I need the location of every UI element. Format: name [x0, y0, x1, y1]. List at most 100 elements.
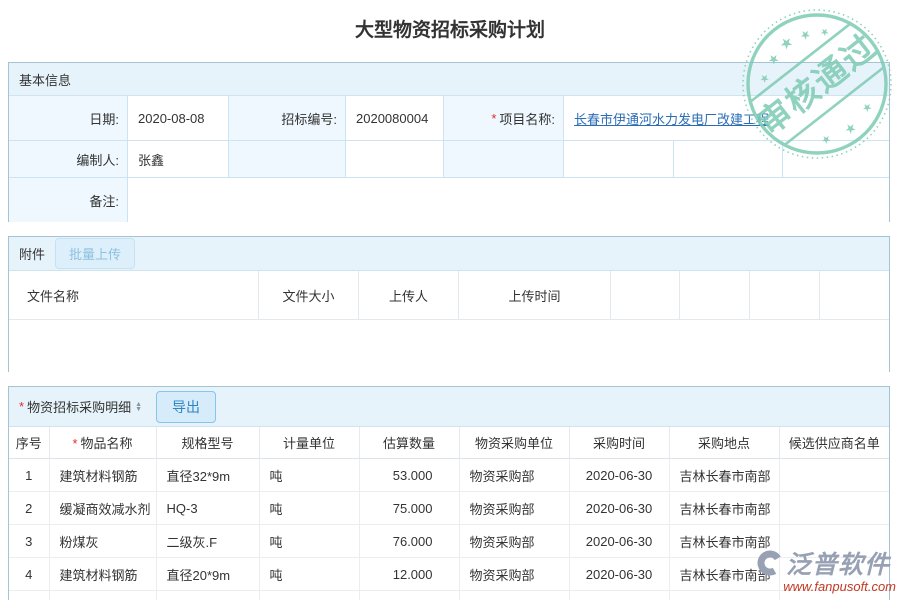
- vendor-brand: 泛普软件: [786, 545, 890, 581]
- col-unit: 计量单位: [259, 427, 359, 459]
- detail-cell: 76.000: [359, 525, 459, 558]
- empty-value-cell: [674, 141, 783, 178]
- detail-cell: 70.000: [359, 591, 459, 600]
- page-title: 大型物资招标采购计划: [0, 0, 900, 42]
- detail-cell: 建筑材料钢筋: [49, 558, 156, 591]
- project-name-label: * 项目名称:: [444, 96, 564, 141]
- detail-section-header: * 物资招标采购明细 ▲ ▼ 导出: [9, 387, 889, 427]
- date-label: 日期:: [9, 96, 128, 141]
- attachments-section-title: 附件: [19, 244, 45, 263]
- col-empty: [611, 271, 680, 319]
- col-empty: [820, 271, 889, 319]
- col-spec-model: 规格型号: [156, 427, 259, 459]
- table-row[interactable]: 2缓凝商效减水剂HQ-3吨75.000物资采购部2020-06-30吉林长春市南…: [9, 492, 889, 525]
- detail-cell: 30/7: [156, 591, 259, 600]
- detail-cell: 缓凝商效减水剂: [49, 492, 156, 525]
- col-file-name: 文件名称: [9, 271, 259, 319]
- col-uploader: 上传人: [359, 271, 459, 319]
- detail-cell: 2020-06-30: [569, 492, 669, 525]
- basic-info-section-title: 基本信息: [19, 70, 71, 89]
- attachments-empty-body: [9, 320, 889, 373]
- empty-value-cell: [564, 141, 674, 178]
- detail-cell: 2020-06-30: [569, 558, 669, 591]
- compiler-value: 张鑫: [128, 141, 229, 178]
- detail-cell: 直径32*9m: [156, 459, 259, 492]
- col-item-name: *物品名称: [49, 427, 156, 459]
- export-button[interactable]: 导出: [156, 391, 216, 423]
- vendor-url: www.fanpusoft.com: [756, 579, 896, 594]
- detail-cell: 2020-06-30: [569, 591, 669, 600]
- bid-no-label: 招标编号:: [229, 96, 346, 141]
- empty-label-cell: [229, 141, 346, 178]
- basic-info-row-remarks: 备注:: [9, 178, 889, 222]
- detail-cell: 吨: [259, 459, 359, 492]
- detail-cell: [779, 492, 889, 525]
- table-row[interactable]: 1建筑材料钢筋直径32*9m吨53.000物资采购部2020-06-30吉林长春…: [9, 459, 889, 492]
- attachments-table-header: 文件名称 文件大小 上传人 上传时间: [9, 271, 889, 320]
- page: 大型物资招标采购计划 审核通过 ★ ★ ★ ★ ★ ★ ★ ★: [0, 0, 900, 600]
- detail-cell: 吨: [259, 558, 359, 591]
- detail-cell: 吨: [259, 525, 359, 558]
- detail-cell: 吨: [259, 492, 359, 525]
- project-link[interactable]: 长春市伊通河水力发电厂改建工程: [574, 109, 769, 128]
- detail-cell: [259, 591, 359, 600]
- basic-info-row-1: 日期: 2020-08-08 招标编号: 2020080004 * 项目名称: …: [9, 96, 889, 141]
- fanpu-logo-icon: [756, 549, 784, 577]
- col-purchase-time: 采购时间: [569, 427, 669, 459]
- detail-cell: 吉林长春市南部: [669, 492, 779, 525]
- detail-cell: 物资采购部: [459, 591, 569, 600]
- detail-cell: HQ-3: [156, 492, 259, 525]
- detail-cell: 2020-06-30: [569, 525, 669, 558]
- col-empty: [680, 271, 750, 319]
- detail-cell: [779, 459, 889, 492]
- detail-cell: 物资采购部: [459, 459, 569, 492]
- detail-cell: 1: [9, 459, 49, 492]
- detail-cell: 3: [9, 525, 49, 558]
- col-purchase-dept: 物资采购单位: [459, 427, 569, 459]
- batch-upload-button[interactable]: 批量上传: [55, 238, 135, 269]
- detail-cell: 2020-06-30: [569, 459, 669, 492]
- date-value: 2020-08-08: [128, 96, 229, 141]
- detail-cell: 排桩: [49, 591, 156, 600]
- basic-info-row-2: 编制人: 张鑫: [9, 141, 889, 178]
- col-seq: 序号: [9, 427, 49, 459]
- col-upload-time: 上传时间: [459, 271, 611, 319]
- bid-no-value: 2020080004: [346, 96, 444, 141]
- basic-info-panel: 基本信息 日期: 2020-08-08 招标编号: 2020080004 * 项…: [8, 62, 890, 222]
- detail-cell: 4: [9, 558, 49, 591]
- detail-cell: 二级灰.F: [156, 525, 259, 558]
- detail-table-header-row: 序号 *物品名称 规格型号 计量单位 估算数量 物资采购单位 采购时间 采购地点…: [9, 427, 889, 459]
- detail-cell: 2: [9, 492, 49, 525]
- remarks-label: 备注:: [9, 178, 128, 222]
- detail-cell: 建筑材料钢筋: [49, 459, 156, 492]
- required-marker: *: [491, 111, 496, 126]
- compiler-label: 编制人:: [9, 141, 128, 178]
- required-marker: *: [19, 399, 24, 414]
- detail-cell: 直径20*9m: [156, 558, 259, 591]
- vendor-watermark: 泛普软件 www.fanpusoft.com: [756, 545, 896, 594]
- sort-icon[interactable]: ▲ ▼: [135, 402, 142, 412]
- remarks-value: [128, 178, 889, 222]
- attachments-panel: 附件 批量上传 文件名称 文件大小 上传人 上传时间: [8, 236, 890, 372]
- empty-value-cell: [346, 141, 444, 178]
- empty-label-cell: [444, 141, 564, 178]
- attachments-section-header: 附件 批量上传: [9, 237, 889, 271]
- detail-cell: 粉煤灰: [49, 525, 156, 558]
- basic-info-section-header: 基本信息: [9, 63, 889, 96]
- col-estimated-qty: 估算数量: [359, 427, 459, 459]
- detail-cell: 53.000: [359, 459, 459, 492]
- detail-cell: 12.000: [359, 558, 459, 591]
- detail-cell: 5: [9, 591, 49, 600]
- col-purchase-place: 采购地点: [669, 427, 779, 459]
- empty-value-cell: [783, 141, 889, 178]
- col-file-size: 文件大小: [259, 271, 359, 319]
- required-marker: *: [72, 436, 77, 451]
- detail-cell: 吉林长春市南部: [669, 459, 779, 492]
- detail-cell: 物资采购部: [459, 525, 569, 558]
- col-candidate-suppliers: 候选供应商名单: [779, 427, 889, 459]
- sort-down-icon: ▼: [135, 407, 142, 412]
- project-name-value: 长春市伊通河水力发电厂改建工程: [564, 96, 889, 141]
- detail-section-title: 物资招标采购明细: [27, 397, 131, 416]
- detail-cell: 物资采购部: [459, 558, 569, 591]
- detail-cell: 75.000: [359, 492, 459, 525]
